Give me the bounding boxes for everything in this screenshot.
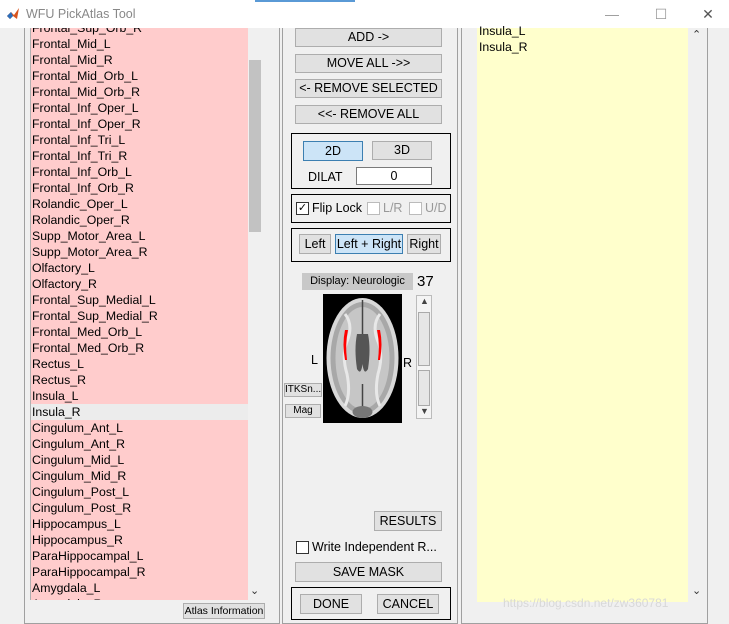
list-item[interactable]: Amygdala_R: [31, 596, 250, 600]
list-item[interactable]: Frontal_Mid_Orb_R: [31, 84, 250, 100]
list-item[interactable]: Cingulum_Post_R: [31, 500, 250, 516]
list-item[interactable]: Hippocampus_L: [31, 516, 250, 532]
list-item[interactable]: Frontal_Sup_Medial_L: [31, 292, 250, 308]
list-item[interactable]: Insula_R: [479, 39, 528, 55]
list-item[interactable]: Rectus_L: [31, 356, 250, 372]
write-independent-label: Write Independent R...: [312, 540, 437, 554]
list-item[interactable]: Rolandic_Oper_R: [31, 212, 250, 228]
right-marker: R: [403, 356, 413, 370]
list-item[interactable]: Frontal_Mid_L: [31, 36, 250, 52]
flip-lock-label: Flip Lock: [312, 201, 363, 215]
flip-lr-label: L/R: [383, 201, 403, 215]
right-button[interactable]: Right: [407, 234, 441, 254]
mag-button[interactable]: Mag: [285, 404, 321, 418]
slider-thumb[interactable]: [418, 312, 430, 366]
list-item[interactable]: Frontal_Inf_Oper_R: [31, 116, 250, 132]
add-button[interactable]: ADD ->: [295, 28, 442, 47]
list-item[interactable]: Hippocampus_R: [31, 532, 250, 548]
brain-slice-icon: [326, 298, 399, 418]
results-button[interactable]: RESULTS: [374, 511, 442, 531]
selected-regions-list[interactable]: Insula_L Insula_R: [477, 24, 688, 602]
done-button[interactable]: DONE: [300, 594, 362, 614]
list-item[interactable]: Rectus_R: [31, 372, 250, 388]
scroll-down-arrow-icon[interactable]: ⌄: [250, 584, 259, 597]
matlab-icon: [7, 8, 19, 19]
2d-button[interactable]: 2D: [303, 141, 363, 161]
itksnap-button[interactable]: ITKSn...: [284, 383, 322, 397]
scroll-up-arrow-icon[interactable]: ⌃: [692, 28, 701, 41]
list-item[interactable]: Cingulum_Mid_R: [31, 468, 250, 484]
list-item[interactable]: Frontal_Inf_Tri_R: [31, 148, 250, 164]
list-item[interactable]: Frontal_Med_Orb_R: [31, 340, 250, 356]
list-item[interactable]: Frontal_Sup_Medial_R: [31, 308, 250, 324]
list-item[interactable]: Amygdala_L: [31, 580, 250, 596]
remove-all-button[interactable]: <<- REMOVE ALL: [295, 105, 442, 124]
flip-lr-checkbox[interactable]: [367, 202, 380, 215]
region-list-scrollbar[interactable]: ⌄: [248, 28, 262, 600]
list-item[interactable]: Olfactory_L: [31, 260, 250, 276]
list-item[interactable]: Frontal_Inf_Orb_R: [31, 180, 250, 196]
dilat-input[interactable]: 0: [356, 167, 432, 185]
list-item[interactable]: Frontal_Inf_Orb_L: [31, 164, 250, 180]
atlas-information-button[interactable]: Atlas Information: [183, 603, 265, 619]
minimize-button[interactable]: —: [602, 4, 622, 24]
list-item[interactable]: Frontal_Med_Orb_L: [31, 324, 250, 340]
list-item[interactable]: Frontal_Inf_Oper_L: [31, 100, 250, 116]
list-item[interactable]: Cingulum_Mid_L: [31, 452, 250, 468]
list-item[interactable]: Supp_Motor_Area_L: [31, 228, 250, 244]
flip-ud-checkbox[interactable]: [409, 202, 422, 215]
scrollbar-thumb[interactable]: [249, 60, 261, 232]
slider-down-arrow-icon[interactable]: ▼: [420, 406, 429, 416]
3d-button[interactable]: 3D: [372, 141, 432, 160]
maximize-button[interactable]: ☐: [651, 4, 671, 24]
region-list[interactable]: Frontal_Sup_Orb_R Frontal_Mid_L Frontal_M…: [30, 28, 262, 600]
list-item[interactable]: Cingulum_Ant_R: [31, 436, 250, 452]
list-item[interactable]: ParaHippocampal_L: [31, 548, 250, 564]
move-all-button[interactable]: MOVE ALL ->>: [295, 54, 442, 73]
list-item[interactable]: Insula_L: [31, 388, 250, 404]
watermark: https://blog.csdn.net/zw360781: [503, 596, 669, 610]
list-item[interactable]: Cingulum_Ant_L: [31, 420, 250, 436]
scroll-down-arrow-icon[interactable]: ⌄: [692, 584, 701, 597]
list-item[interactable]: Olfactory_R: [31, 276, 250, 292]
list-item[interactable]: Insula_R: [31, 404, 250, 420]
flip-ud-label: U/D: [425, 201, 447, 215]
list-item[interactable]: Rolandic_Oper_L: [31, 196, 250, 212]
dilat-label: DILAT: [308, 170, 343, 184]
flip-lock-checkbox[interactable]: ✓: [296, 202, 309, 215]
list-item[interactable]: Supp_Motor_Area_R: [31, 244, 250, 260]
checkmark-icon: ✓: [297, 202, 308, 214]
list-item[interactable]: Frontal_Inf_Tri_L: [31, 132, 250, 148]
window-title: WFU PickAtlas Tool: [26, 7, 136, 21]
left-marker: L: [311, 353, 318, 367]
remove-selected-button[interactable]: <- REMOVE SELECTED: [295, 79, 442, 98]
left-button[interactable]: Left: [299, 234, 331, 254]
slice-slider[interactable]: ▲ ▼: [416, 295, 432, 419]
cancel-button[interactable]: CANCEL: [377, 594, 439, 614]
slider-track[interactable]: [418, 370, 430, 406]
list-item[interactable]: ParaHippocampal_R: [31, 564, 250, 580]
brain-image[interactable]: [323, 294, 402, 423]
list-item[interactable]: Cingulum_Post_L: [31, 484, 250, 500]
close-button[interactable]: ✕: [698, 4, 718, 24]
slice-number: 37: [417, 273, 434, 290]
list-item[interactable]: Frontal_Sup_Orb_R: [31, 28, 250, 36]
save-mask-button[interactable]: SAVE MASK: [295, 562, 442, 582]
list-item[interactable]: Insula_L: [479, 23, 526, 39]
selected-list-scrollbar[interactable]: ⌃ ⌄: [688, 28, 704, 602]
write-independent-checkbox[interactable]: [296, 541, 309, 554]
list-item[interactable]: Frontal_Mid_Orb_L: [31, 68, 250, 84]
display-mode-label[interactable]: Display: Neurologic: [302, 273, 413, 290]
title-accent-line: [255, 0, 355, 2]
list-item[interactable]: Frontal_Mid_R: [31, 52, 250, 68]
slider-up-arrow-icon[interactable]: ▲: [420, 296, 429, 306]
left-right-button[interactable]: Left + Right: [335, 234, 403, 254]
